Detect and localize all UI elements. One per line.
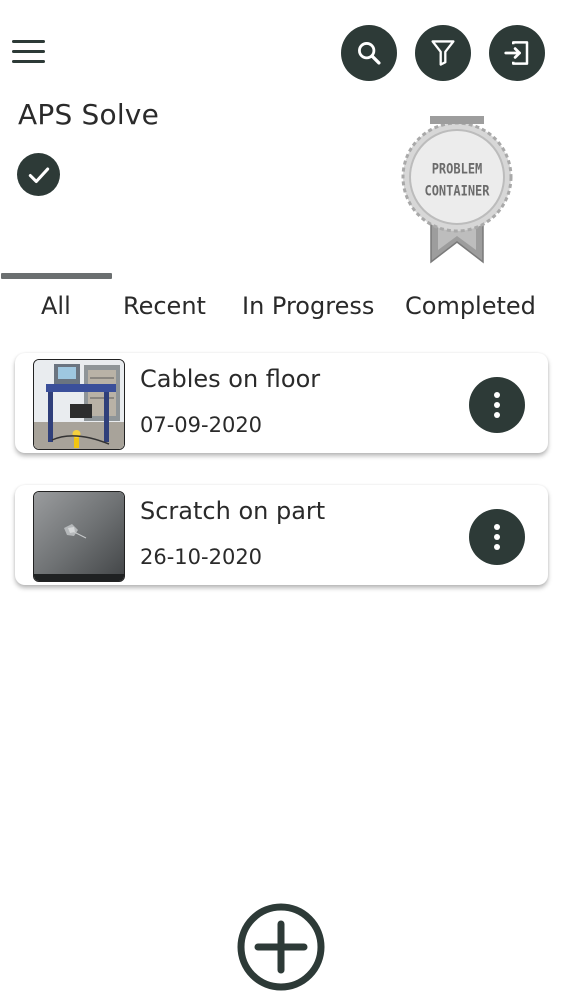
check-icon [17, 153, 60, 196]
badge-text-line1: PROBLEM [431, 160, 483, 178]
tab-recent[interactable]: Recent [123, 292, 206, 320]
badge-text-line2: CONTAINER [424, 182, 490, 200]
problem-title: Scratch on part [140, 497, 326, 525]
problem-card[interactable]: Scratch on part 26-10-2020 [15, 485, 548, 585]
logout-icon [504, 41, 529, 65]
problem-container-badge: PROBLEM CONTAINER [400, 114, 514, 266]
tab-in-progress[interactable]: In Progress [242, 292, 374, 320]
problem-thumbnail [33, 491, 125, 582]
problem-thumbnail [33, 359, 125, 450]
logout-button[interactable] [489, 25, 545, 81]
app-title: APS Solve [18, 98, 159, 131]
search-icon [358, 42, 381, 65]
problem-card[interactable]: Cables on floor 07-09-2020 [15, 353, 548, 453]
problem-date: 07-09-2020 [140, 413, 263, 437]
active-tab-indicator [1, 273, 112, 279]
filter-button[interactable] [415, 25, 471, 81]
add-problem-button[interactable] [236, 902, 326, 992]
search-button[interactable] [341, 25, 397, 81]
more-options-button[interactable] [469, 377, 525, 433]
tab-all[interactable]: All [41, 292, 71, 320]
hamburger-menu-icon[interactable] [12, 40, 48, 68]
tab-completed[interactable]: Completed [405, 292, 536, 320]
filter-icon [431, 40, 455, 66]
problem-date: 26-10-2020 [140, 545, 263, 569]
plus-circle-icon [237, 903, 325, 991]
more-options-button[interactable] [469, 509, 525, 565]
problem-title: Cables on floor [140, 365, 321, 393]
